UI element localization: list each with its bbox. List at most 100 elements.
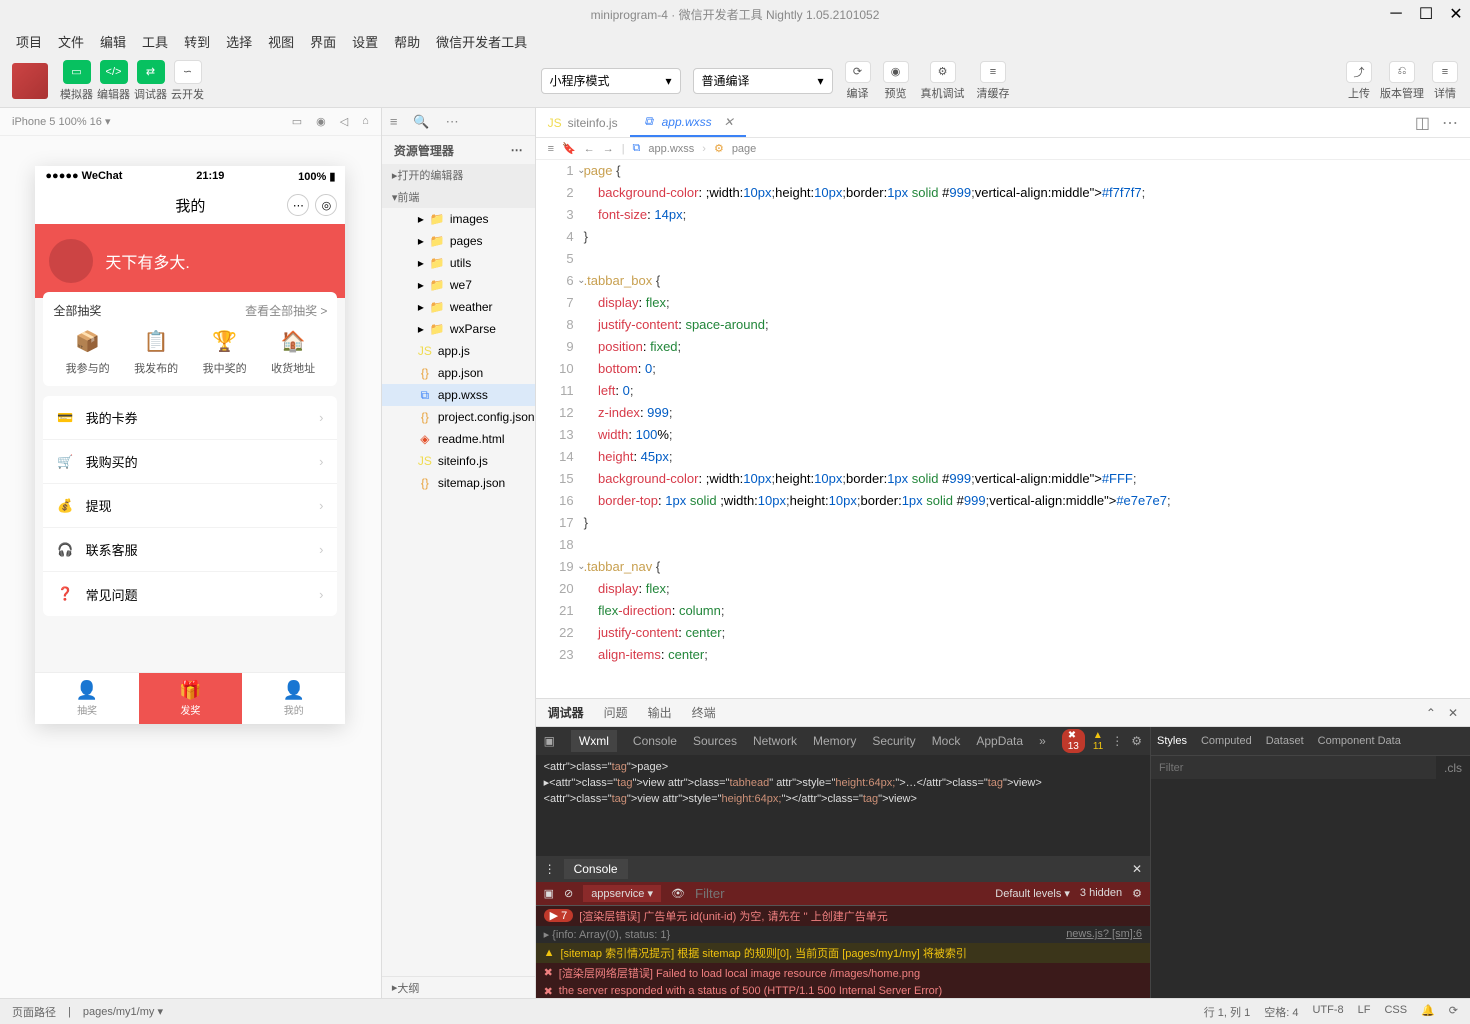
profile-avatar[interactable]: [49, 239, 93, 283]
editor-tab-siteinfo.js[interactable]: JSsiteinfo.js: [536, 108, 630, 137]
menu-工具[interactable]: 工具: [134, 32, 176, 51]
console-close-icon[interactable]: ✕: [1132, 862, 1142, 876]
styles-tab-Dataset[interactable]: Dataset: [1266, 735, 1304, 747]
styles-filter-input[interactable]: [1151, 756, 1436, 779]
menu-界面[interactable]: 界面: [302, 32, 344, 51]
error-count[interactable]: ✖ 13: [1062, 729, 1085, 753]
file-utils[interactable]: ▸ 📁utils: [382, 252, 535, 274]
encoding[interactable]: UTF-8: [1312, 1004, 1343, 1020]
cloud-button[interactable]: ∽云开发: [171, 60, 204, 102]
cursor-pos[interactable]: 行 1, 列 1: [1204, 1004, 1250, 1020]
dbg-tab-调试器[interactable]: 调试器: [548, 704, 584, 721]
menu-编辑[interactable]: 编辑: [92, 32, 134, 51]
console-line[interactable]: ▶ 7[渲染层错误] 广告单元 id(unit-id) 为空, 请先在 '' 上…: [536, 906, 1150, 926]
warn-count[interactable]: ▲ 11: [1093, 730, 1103, 752]
avatar[interactable]: [12, 63, 48, 99]
menu-项目[interactable]: 项目: [8, 32, 50, 51]
split-icon[interactable]: ◫: [1415, 113, 1430, 133]
sync-icon[interactable]: ⟳: [1449, 1004, 1458, 1020]
console-more-icon[interactable]: ⋮: [544, 862, 556, 876]
devtab-Sources[interactable]: Sources: [693, 734, 737, 748]
console-line[interactable]: ✖ the server responded with a status of …: [536, 983, 1150, 999]
wxml-line[interactable]: <attr">class="tag">view attr">style="hei…: [544, 791, 1142, 807]
debugger-button[interactable]: ⇄调试器: [134, 60, 167, 102]
list-item-0[interactable]: 💳我的卡券›: [43, 396, 337, 440]
close-capsule-icon[interactable]: ◎: [315, 194, 337, 216]
maximize-icon[interactable]: ☐: [1420, 8, 1432, 20]
explorer-more-icon[interactable]: ⋯: [511, 143, 523, 157]
menu-文件[interactable]: 文件: [50, 32, 92, 51]
file-siteinfo.js[interactable]: JSsiteinfo.js: [382, 450, 535, 472]
devtab-Memory[interactable]: Memory: [813, 734, 856, 748]
console-line[interactable]: ✖[渲染层网络层错误] Failed to load local image r…: [536, 963, 1150, 983]
open-editors-section[interactable]: ▸ 打开的编辑器: [382, 164, 535, 186]
close-icon[interactable]: ✕: [1450, 8, 1462, 20]
more-icon[interactable]: ⋯: [446, 114, 459, 130]
inspect-icon[interactable]: ▣: [544, 734, 555, 748]
language[interactable]: CSS: [1384, 1004, 1407, 1020]
minimize-icon[interactable]: ─: [1390, 8, 1402, 20]
project-section[interactable]: ▾ 前端: [382, 186, 535, 208]
wxml-line[interactable]: ▸<attr">class="tag">view attr">class="ta…: [544, 775, 1142, 791]
close-tab-icon[interactable]: ✕: [724, 115, 734, 129]
file-app.wxss[interactable]: ⧉app.wxss: [382, 384, 535, 406]
console-scope-select[interactable]: appservice ▾: [583, 885, 661, 902]
console-settings-icon[interactable]: ⚙: [1132, 887, 1142, 900]
card-item-2[interactable]: 🏆我中奖的: [203, 329, 247, 376]
upload-button[interactable]: ⤴上传: [1346, 61, 1372, 101]
simulator-button[interactable]: ▭模拟器: [60, 60, 93, 102]
tab-0[interactable]: 👤抽奖: [35, 673, 138, 724]
file-app.js[interactable]: JSapp.js: [382, 340, 535, 362]
devtab-Wxml[interactable]: Wxml: [571, 730, 617, 752]
version-button[interactable]: ⎌版本管理: [1380, 61, 1424, 101]
spaces[interactable]: 空格: 4: [1264, 1004, 1298, 1020]
card-item-1[interactable]: 📋我发布的: [134, 329, 178, 376]
menu-设置[interactable]: 设置: [344, 32, 386, 51]
eol[interactable]: LF: [1358, 1004, 1371, 1020]
compile-select[interactable]: 普通编译▾: [693, 68, 833, 94]
debugger-collapse-icon[interactable]: ⌃: [1426, 706, 1436, 720]
dbg-tab-终端[interactable]: 终端: [692, 704, 716, 721]
menu-capsule-icon[interactable]: ⋯: [287, 194, 309, 216]
file-project.config.json[interactable]: {}project.config.json: [382, 406, 535, 428]
compile-button[interactable]: ⟳编译: [845, 61, 871, 101]
bookmark-icon[interactable]: ≡: [548, 143, 554, 155]
nav-back-icon[interactable]: ←: [584, 143, 595, 155]
styles-tab-Component Data[interactable]: Component Data: [1318, 735, 1401, 747]
console-tab[interactable]: Console: [564, 859, 628, 879]
explorer-tab-icon[interactable]: ≡: [390, 114, 398, 129]
file-app.json[interactable]: {}app.json: [382, 362, 535, 384]
devtab-Network[interactable]: Network: [753, 734, 797, 748]
preview-button[interactable]: ◉预览: [883, 61, 909, 101]
file-wxParse[interactable]: ▸ 📁wxParse: [382, 318, 535, 340]
cls-toggle[interactable]: .cls: [1436, 761, 1470, 775]
search-icon[interactable]: 🔍: [413, 114, 429, 130]
devtab-Console[interactable]: Console: [633, 734, 677, 748]
card-item-0[interactable]: 📦我参与的: [66, 329, 110, 376]
card-item-3[interactable]: 🏠收货地址: [271, 329, 315, 376]
dbg-tab-输出[interactable]: 输出: [648, 704, 672, 721]
devtab-AppData[interactable]: AppData: [976, 734, 1023, 748]
file-weather[interactable]: ▸ 📁weather: [382, 296, 535, 318]
home-icon[interactable]: ⌂: [362, 115, 369, 128]
devtab-Mock[interactable]: Mock: [932, 734, 961, 748]
console-line[interactable]: ▸ {info: Array(0), status: 1}news.js? [s…: [536, 926, 1150, 943]
list-item-1[interactable]: 🛒我购买的›: [43, 440, 337, 484]
device-select[interactable]: iPhone 5 100% 16 ▾: [12, 115, 111, 128]
tab-2[interactable]: 👤我的: [242, 673, 345, 724]
list-item-3[interactable]: 🎧联系客服›: [43, 528, 337, 572]
detail-button[interactable]: ≡详情: [1432, 61, 1458, 101]
list-item-2[interactable]: 💰提现›: [43, 484, 337, 528]
file-readme.html[interactable]: ◈readme.html: [382, 428, 535, 450]
console-filter-input[interactable]: [695, 886, 985, 901]
bookmark2-icon[interactable]: 🔖: [562, 142, 576, 155]
devtools-more-icon[interactable]: ⋮: [1111, 734, 1123, 748]
editor-more-icon[interactable]: ⋯: [1442, 113, 1458, 133]
menu-微信开发者工具[interactable]: 微信开发者工具: [428, 32, 535, 51]
file-pages[interactable]: ▸ 📁pages: [382, 230, 535, 252]
dbg-tab-问题[interactable]: 问题: [604, 704, 628, 721]
record-icon[interactable]: ◉: [316, 115, 326, 128]
card-more-link[interactable]: 查看全部抽奖 >: [245, 302, 327, 319]
debugger-close-icon[interactable]: ✕: [1448, 706, 1458, 720]
editor-button[interactable]: </>编辑器: [97, 60, 130, 102]
